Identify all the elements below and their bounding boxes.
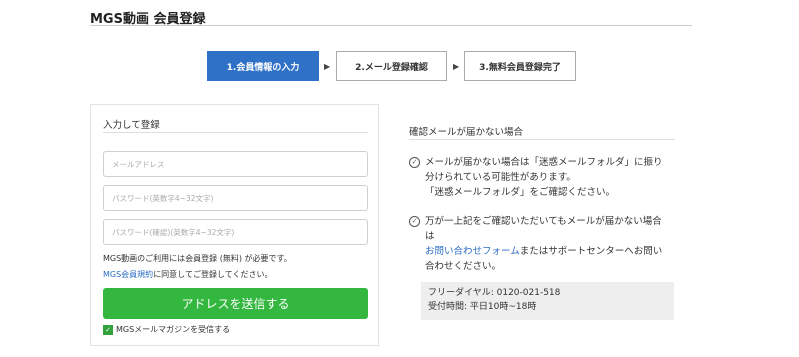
email-field[interactable]: メールアドレス — [103, 151, 368, 177]
title-divider — [90, 25, 692, 26]
password-field[interactable]: パスワード(英数字4~32文字) — [103, 185, 368, 211]
password-confirm-field[interactable]: パスワード(確認)(英数字4~32文字) — [103, 219, 368, 245]
help-heading: 確認メールが届かない場合 — [409, 127, 524, 138]
step-arrow-icon: ▶ — [453, 61, 460, 71]
form-divider — [103, 132, 368, 133]
terms-link[interactable]: MGS会員規約 — [103, 270, 153, 279]
help-text: 合わせください。 — [425, 261, 502, 272]
terms-notice-text: に同意してご登録してください。 — [153, 270, 273, 279]
help-text: メールが届かない場合は「迷惑メールフォルダ」に振り — [425, 157, 663, 168]
help-item-spam: ✓ メールが届かない場合は「迷惑メールフォルダ」に振り 分けられている可能性があ… — [409, 155, 675, 200]
help-text: 「迷惑メールフォルダ」をご確認ください。 — [425, 187, 616, 198]
step-2-confirm: 2.メール登録確認 — [336, 51, 447, 81]
step-1-input: 1.会員情報の入力 — [207, 51, 319, 81]
check-circle-icon: ✓ — [409, 216, 420, 227]
newsletter-label: MGSメールマガジンを受信する — [116, 325, 231, 334]
help-text: またはサポートセンターへお問い — [519, 246, 663, 257]
support-hours: 受付時間: 平日10時~18時 — [428, 302, 537, 312]
terms-notice: MGS会員規約に同意してご登録してください。 — [103, 269, 272, 280]
help-text: は — [425, 231, 435, 242]
help-divider — [409, 139, 675, 140]
submit-email-button[interactable]: アドレスを送信する — [103, 288, 368, 319]
help-item-contact: ✓ 万が一上記をご確認いただいてもメールが届かない場合 は お問い合わせフォーム… — [409, 214, 675, 274]
checkbox-checked-icon[interactable]: ✓ — [103, 324, 113, 335]
form-heading: 入力して登録 — [103, 120, 160, 131]
registration-form: 入力して登録 メールアドレス パスワード(英数字4~32文字) パスワード(確認… — [90, 104, 379, 346]
help-text: 分けられている可能性があります。 — [425, 172, 576, 183]
check-circle-icon: ✓ — [409, 157, 420, 168]
support-contact-box: フリーダイヤル: 0120-021-518 受付時間: 平日10時~18時 — [421, 282, 674, 320]
help-text: 万が一上記をご確認いただいてもメールが届かない場合 — [425, 216, 662, 227]
step-3-complete: 3.無料会員登録完了 — [464, 51, 576, 81]
membership-notice: MGS動画のご利用には会員登録 (無料) が必要です。 — [103, 254, 292, 263]
support-phone: フリーダイヤル: 0120-021-518 — [428, 288, 561, 298]
step-arrow-icon: ▶ — [324, 61, 331, 71]
contact-form-link[interactable]: お問い合わせフォーム — [425, 246, 520, 257]
newsletter-checkbox-row[interactable]: ✓ MGSメールマガジンを受信する — [103, 324, 230, 335]
